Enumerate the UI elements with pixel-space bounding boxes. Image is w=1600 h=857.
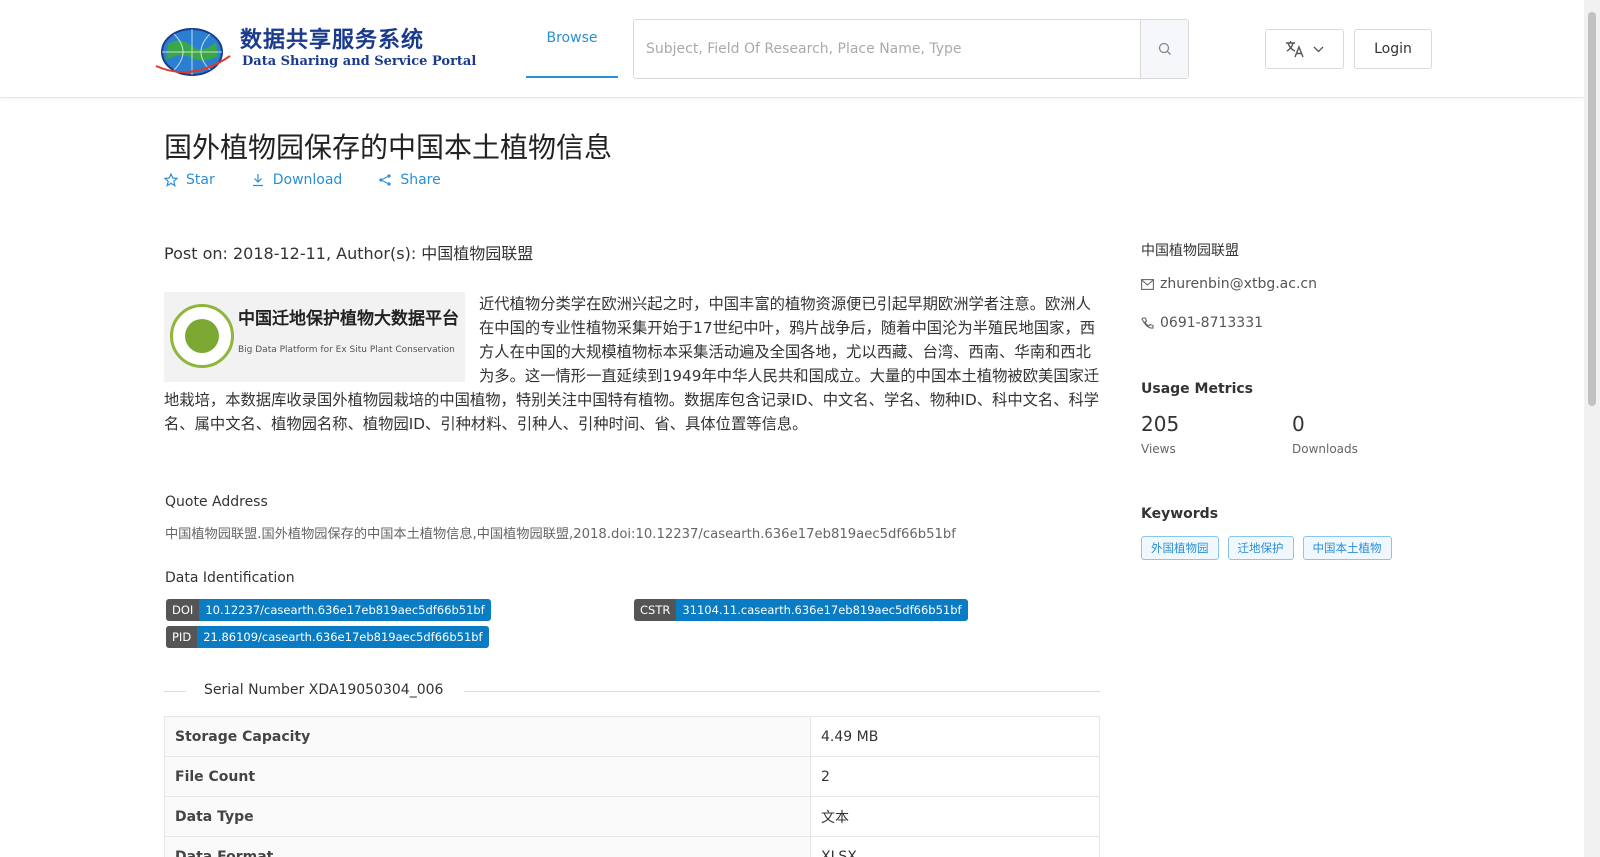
views-count: 205 [1141, 412, 1180, 436]
info-key: Data Format [164, 836, 811, 857]
translate-icon [1286, 41, 1304, 58]
page-scrollbar[interactable] [1584, 0, 1600, 857]
mail-icon [1141, 278, 1154, 290]
platform-emblem-icon [170, 304, 234, 368]
info-value: 4.49 MB [810, 716, 1100, 757]
info-value: 文本 [810, 796, 1100, 837]
doi-value: 10.12237/casearth.636e17eb819aec5df66b51… [199, 599, 491, 621]
keyword-tag[interactable]: 外国植物园 [1141, 536, 1219, 560]
thumbnail-title-en: Big Data Platform for Ex Situ Plant Cons… [238, 345, 455, 355]
chevron-down-icon [1313, 46, 1324, 52]
logo-title-cn: 数据共享服务系统 [240, 28, 425, 53]
pid-badge[interactable]: PID 21.86109/casearth.636e17eb819aec5df6… [166, 626, 489, 648]
login-button[interactable]: Login [1354, 29, 1432, 69]
star-label: Star [186, 172, 215, 188]
data-identification-label: Data Identification [165, 570, 295, 586]
share-icon [379, 174, 391, 186]
scrollbar-thumb[interactable] [1588, 12, 1596, 406]
star-icon [164, 173, 178, 187]
cstr-badge[interactable]: CSTR 31104.11.casearth.636e17eb819aec5df… [634, 599, 968, 621]
contact-email[interactable]: zhurenbin@xtbg.ac.cn [1141, 276, 1317, 292]
post-meta: Post on: 2018-12-11, Author(s): 中国植物园联盟 [164, 244, 534, 263]
table-row: Data Format XLSX [164, 836, 1100, 857]
views-label: Views [1141, 442, 1176, 456]
downloads-label: Downloads [1292, 442, 1358, 456]
email-text: zhurenbin@xtbg.ac.cn [1160, 276, 1317, 292]
star-button[interactable]: Star [164, 172, 215, 188]
info-value: 2 [810, 756, 1100, 797]
info-key: File Count [164, 756, 811, 797]
keyword-list: 外国植物园 迁地保护 中国本土植物 [1141, 536, 1392, 560]
doi-badge[interactable]: DOI 10.12237/casearth.636e17eb819aec5df6… [166, 599, 491, 621]
dataset-info-table: Storage Capacity 4.49 MB File Count 2 Da… [164, 716, 1100, 857]
search-input[interactable] [634, 20, 1140, 78]
dataset-thumbnail: 中国迁地保护植物大数据平台 Big Data Platform for Ex S… [164, 292, 465, 382]
serial-number: Serial Number XDA19050304_006 [204, 682, 444, 698]
quote-address-text: 中国植物园联盟.国外植物园保存的中国本土植物信息,中国植物园联盟,2018.do… [165, 527, 956, 542]
quote-address-label: Quote Address [165, 494, 268, 510]
top-header: 数据共享服务系统 Data Sharing and Service Portal… [0, 0, 1584, 98]
keywords-title: Keywords [1141, 506, 1219, 522]
downloads-count: 0 [1292, 412, 1305, 436]
info-value: XLSX [810, 836, 1100, 857]
download-label: Download [272, 172, 343, 188]
dataset-title: 国外植物园保存的中国本土植物信息 [164, 131, 613, 164]
table-row: Data Type 文本 [164, 796, 1100, 837]
download-icon [252, 174, 263, 187]
logo-title-en: Data Sharing and Service Portal [242, 54, 477, 69]
usage-metrics-title: Usage Metrics [1141, 381, 1253, 397]
language-selector[interactable] [1265, 29, 1344, 69]
keyword-tag[interactable]: 迁地保护 [1227, 536, 1294, 560]
thumbnail-title-cn: 中国迁地保护植物大数据平台 [238, 309, 459, 329]
views-metric: 205 Views [1141, 412, 1179, 456]
dataset-actions: Star Download Share [164, 172, 441, 188]
cstr-value: 31104.11.casearth.636e17eb819aec5df66b51… [676, 599, 968, 621]
search-bar [633, 19, 1189, 79]
search-icon [1158, 42, 1171, 55]
dataset-description: 中国迁地保护植物大数据平台 Big Data Platform for Ex S… [164, 292, 1100, 436]
info-key: Data Type [164, 796, 811, 837]
table-row: File Count 2 [164, 756, 1100, 797]
table-row: Storage Capacity 4.49 MB [164, 716, 1100, 757]
doi-key: DOI [166, 599, 200, 621]
downloads-metric: 0 Downloads [1292, 412, 1358, 456]
pid-key: PID [166, 626, 198, 648]
pid-value: 21.86109/casearth.636e17eb819aec5df66b51… [197, 626, 489, 648]
phone-icon [1141, 316, 1154, 329]
portal-logo[interactable]: 数据共享服务系统 Data Sharing and Service Portal [152, 22, 476, 78]
share-button[interactable]: Share [378, 172, 441, 188]
globe-logo-icon [155, 28, 231, 76]
search-button[interactable] [1140, 20, 1188, 78]
download-button[interactable]: Download [251, 172, 343, 188]
phone-text: 0691-8713331 [1160, 315, 1264, 331]
cstr-key: CSTR [634, 599, 677, 621]
sidebar-org-name: 中国植物园联盟 [1141, 243, 1239, 259]
keyword-tag[interactable]: 中国本土植物 [1302, 536, 1392, 560]
serial-number-divider: Serial Number XDA19050304_006 [164, 682, 1100, 702]
info-key: Storage Capacity [164, 716, 811, 757]
contact-phone: 0691-8713331 [1141, 315, 1263, 331]
nav-tab-browse[interactable]: Browse [526, 0, 618, 78]
share-label: Share [400, 172, 441, 188]
